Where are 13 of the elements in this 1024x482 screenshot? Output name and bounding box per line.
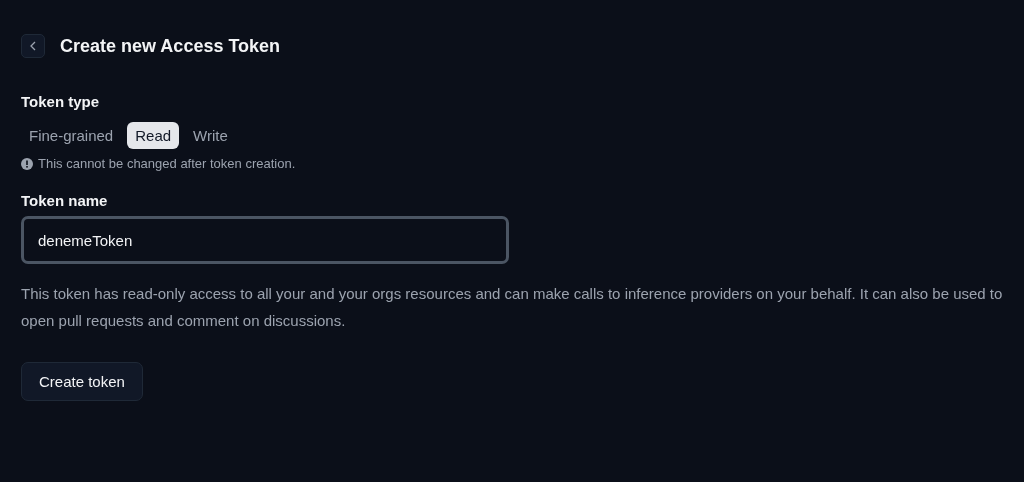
chevron-left-icon [30,41,36,51]
token-type-tab[interactable]: Fine-grained [21,122,122,149]
hint-text: This cannot be changed after token creation. [38,156,296,171]
back-button[interactable] [21,34,45,58]
description-text: This token has read-only access to all your and your orgs resources and can make calls to inference providers on your behalf. It can also be used to open pull requests and comment on discussions. [21,284,1003,331]
page-title: Create new Access Token [60,35,281,57]
field-label: Token type [21,93,100,110]
token-name-input[interactable]: denemeToken [21,216,509,264]
field-label: Token name [21,192,108,209]
exclamation-circle-icon [21,157,33,170]
token-type-tab[interactable]: Read [127,122,180,149]
token-type-tab[interactable]: Write [185,122,236,149]
create-token-button[interactable]: Create token [21,362,143,401]
